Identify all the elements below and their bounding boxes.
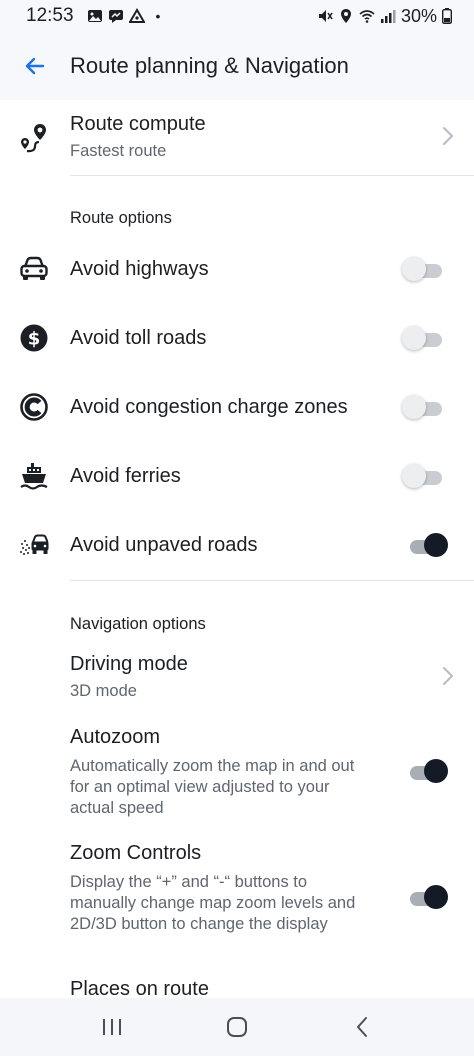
ferry-icon: [16, 458, 52, 494]
driving-mode-value: 3D mode: [70, 682, 137, 700]
avoid-highways-row[interactable]: Avoid highways: [0, 234, 474, 303]
home-button[interactable]: [207, 998, 267, 1056]
chevron-right-icon: [443, 127, 454, 145]
avoid-unpaved-row[interactable]: Avoid unpaved roads: [0, 510, 474, 579]
signal-icon: [380, 10, 396, 23]
autozoom-toggle[interactable]: [402, 758, 448, 784]
drive-icon: [128, 8, 145, 23]
mute-icon: [318, 10, 333, 22]
battery-percent: 30%: [400, 5, 437, 26]
driving-mode-row[interactable]: Driving mode 3D mode: [0, 640, 474, 714]
status-dot: •: [155, 8, 161, 24]
back-button[interactable]: [0, 32, 70, 100]
chevron-right-icon: [443, 667, 454, 685]
places-on-route-row[interactable]: Places on route: [0, 966, 474, 998]
zoom-controls-label: Zoom Controls: [70, 842, 202, 864]
status-bar: 12:53 • 30%: [0, 0, 474, 32]
divider: [70, 175, 474, 176]
zoom-controls-row[interactable]: Zoom Controls Display the “+” and “-“ bu…: [0, 832, 474, 956]
location-icon: [340, 9, 351, 23]
status-right: 30%: [317, 6, 452, 27]
message-icon: [108, 10, 123, 23]
divider: [70, 580, 474, 581]
page-title: Route planning & Navigation: [70, 53, 349, 78]
zoom-controls-toggle[interactable]: [402, 884, 448, 910]
route-options-header: Route options: [70, 209, 172, 227]
battery-icon: [442, 8, 452, 24]
congestion-icon: [16, 389, 52, 425]
avoid-toll-roads-row[interactable]: $ Avoid toll roads: [0, 303, 474, 372]
unpaved-icon: [16, 527, 52, 563]
avoid-toll-roads-toggle[interactable]: [402, 325, 448, 351]
system-nav-bar: [0, 998, 474, 1056]
wifi-icon: [359, 10, 375, 23]
recents-button[interactable]: [82, 998, 142, 1056]
svg-text:$: $: [28, 329, 41, 350]
navigation-options-header: Navigation options: [70, 615, 206, 633]
car-icon: [16, 251, 52, 287]
avoid-ferries-label: Avoid ferries: [70, 465, 181, 487]
avoid-unpaved-label: Avoid unpaved roads: [70, 534, 258, 556]
avoid-highways-label: Avoid highways: [70, 258, 209, 280]
route-compute-label: Route compute: [70, 113, 206, 135]
avoid-unpaved-toggle[interactable]: [402, 532, 448, 558]
driving-mode-label: Driving mode: [70, 653, 188, 675]
recents-icon: [103, 1019, 122, 1035]
home-icon: [226, 1017, 247, 1037]
back-icon: [356, 1017, 367, 1037]
places-on-route-label: Places on route: [70, 978, 209, 998]
arrow-left-icon: [25, 57, 45, 75]
autozoom-row[interactable]: Autozoom Automatically zoom the map in a…: [0, 716, 474, 828]
autozoom-label: Autozoom: [70, 726, 161, 748]
nav-back-button[interactable]: [332, 998, 392, 1056]
avoid-highways-toggle[interactable]: [402, 256, 448, 282]
avoid-toll-roads-label: Avoid toll roads: [70, 327, 207, 349]
status-time: 12:53: [26, 5, 74, 26]
route-compute-row[interactable]: Route compute Fastest route: [0, 100, 474, 176]
app-bar: Route planning & Navigation: [0, 32, 474, 100]
route-pins-icon: [16, 120, 52, 156]
route-compute-value: Fastest route: [70, 142, 167, 160]
avoid-ferries-toggle[interactable]: [402, 463, 448, 489]
avoid-congestion-toggle[interactable]: [402, 394, 448, 420]
zoom-controls-description: Display the “+” and “-“ buttons to manua…: [70, 873, 356, 933]
avoid-ferries-row[interactable]: Avoid ferries: [0, 441, 474, 510]
avoid-congestion-label: Avoid congestion charge zones: [70, 396, 348, 418]
autozoom-description: Automatically zoom the map in and out fo…: [70, 757, 355, 817]
dollar-icon: $: [16, 320, 52, 356]
avoid-congestion-row[interactable]: Avoid congestion charge zones: [0, 372, 474, 441]
gallery-icon: [87, 10, 102, 22]
status-left: 12:53 •: [26, 5, 160, 27]
